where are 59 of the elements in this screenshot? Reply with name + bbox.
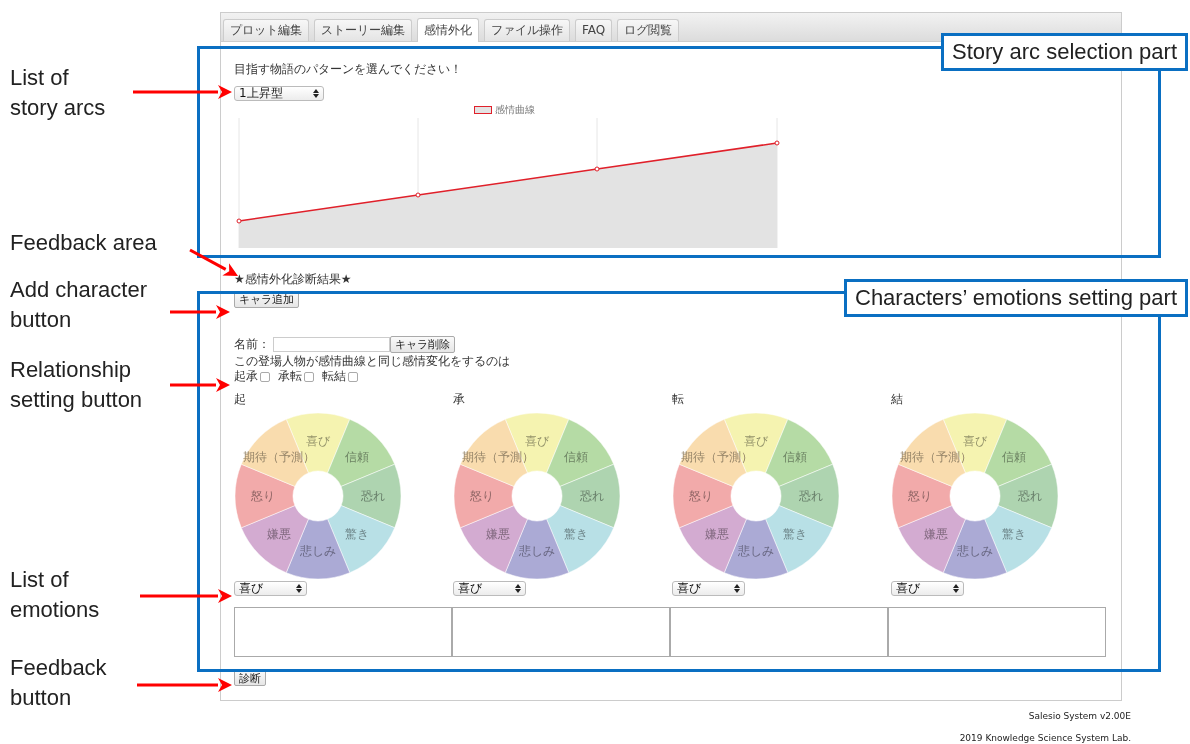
text-area[interactable]: [234, 607, 452, 657]
checkbox-label: 転結: [322, 368, 346, 385]
callout-arrow: [189, 248, 238, 276]
tab[interactable]: ファイル操作: [484, 19, 570, 41]
relationship-prompt: この登場人物が感情曲線と同じ感情変化をするのは: [234, 354, 511, 368]
feedback-heading: ★感情外化診断結果★: [234, 273, 353, 286]
updown-icon: [953, 584, 959, 593]
name-label: 名前：: [234, 336, 270, 353]
emotion-select[interactable]: 喜び: [234, 581, 307, 596]
checkbox[interactable]: [348, 371, 358, 382]
callout-label: Relationship setting button: [10, 356, 143, 414]
emotion-segment[interactable]: 怒り: [234, 464, 296, 528]
phase-label: 起: [234, 393, 247, 406]
emotion-select[interactable]: 喜び: [891, 581, 964, 596]
emotion-segment[interactable]: 怒り: [453, 464, 515, 528]
callout-label: Add character button: [10, 276, 147, 334]
checkbox-label: 承転: [278, 368, 302, 385]
phase-label: 承: [453, 393, 466, 406]
emotion-segment[interactable]: 恐れ: [997, 464, 1059, 528]
tab[interactable]: ストーリー編集: [314, 19, 412, 41]
emotion-segment[interactable]: 恐れ: [778, 464, 840, 528]
section-title: Story arc selection part: [941, 33, 1188, 71]
tab[interactable]: FAQ: [575, 19, 613, 41]
delete-character-button[interactable]: キャラ削除: [390, 336, 455, 353]
callout-label: List of emotions: [10, 566, 100, 624]
legend-swatch: [474, 105, 492, 114]
callout-label: Feedback area: [10, 229, 157, 257]
emotion-select[interactable]: 喜び: [672, 581, 745, 596]
checkbox[interactable]: [304, 371, 314, 382]
callout-arrow: [170, 378, 230, 392]
emotion-segment[interactable]: 恐れ: [559, 464, 621, 528]
emotion-segment[interactable]: 怒り: [672, 464, 734, 528]
checkbox[interactable]: [260, 371, 270, 382]
legend-label: 感情曲線: [495, 102, 535, 117]
text-area[interactable]: [670, 607, 888, 657]
emotion-select[interactable]: 喜び: [453, 581, 526, 596]
emotion-segment[interactable]: 怒り: [891, 464, 953, 528]
updown-icon: [313, 89, 319, 98]
prompt-text: 目指す物語のパターンを選んでください！: [234, 62, 463, 76]
checkbox-label: 起承: [234, 368, 258, 385]
updown-icon: [515, 584, 521, 593]
tab[interactable]: 感情外化: [417, 18, 479, 42]
text-area[interactable]: [452, 607, 670, 657]
callout-label: List of story arcs: [10, 64, 106, 122]
updown-icon: [296, 584, 302, 593]
text-area[interactable]: [888, 607, 1106, 657]
phase-label: 転: [672, 393, 685, 406]
arc-select[interactable]: 1上昇型: [234, 86, 324, 101]
name-field[interactable]: [273, 337, 390, 352]
tab[interactable]: ログ閲覧: [617, 19, 680, 41]
emotion-segment[interactable]: 恐れ: [340, 464, 402, 528]
footer-text: 2019 Knowledge Science System Lab.: [958, 732, 1131, 744]
section-title: Characters’ emotions setting part: [844, 279, 1188, 317]
phase-label: 結: [891, 393, 904, 406]
updown-icon: [734, 584, 740, 593]
tab[interactable]: プロット編集: [223, 19, 309, 41]
callout-label: Feedback button: [10, 654, 107, 712]
footer-text: Salesio System v2.00E: [1027, 710, 1131, 723]
callout-arrow: [170, 305, 230, 319]
